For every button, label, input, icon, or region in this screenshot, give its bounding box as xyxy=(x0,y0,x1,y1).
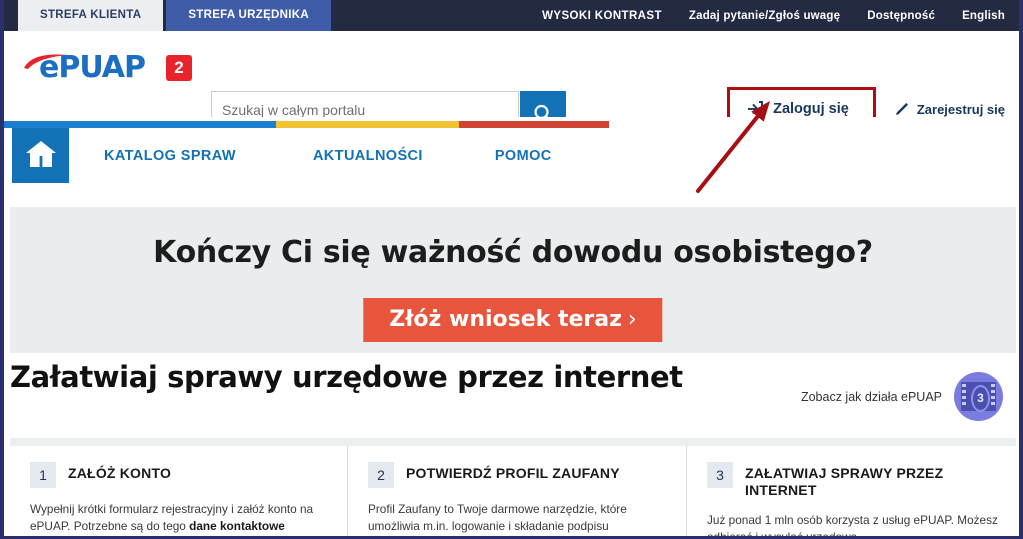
step-text-bold: dane kontaktowe xyxy=(189,519,285,533)
step-title: ZAŁÓŻ KONTO xyxy=(68,465,172,481)
promo-banner-headline: Kończy Ci się ważność dowodu osobistego? xyxy=(153,235,873,270)
logo-badge: 2 xyxy=(166,55,192,81)
step-number: 2 xyxy=(368,462,394,488)
step-text: Już ponad 1 mln osób korzysta z usług eP… xyxy=(707,512,998,539)
film-strip: 3 xyxy=(961,382,996,412)
step-title: ZAŁATWIAJ SPRAWY PRZEZ INTERNET xyxy=(745,465,944,498)
zone-tabs: STREFA KLIENTA STREFA URZĘDNIKA xyxy=(18,0,331,31)
step-text-plain: Już ponad 1 mln osób korzysta z usług eP… xyxy=(707,513,998,539)
step-number: 3 xyxy=(707,462,733,488)
nav-items: KATALOG SPRAW AKTUALNOŚCI POMOC xyxy=(104,128,552,183)
tab-strefa-urzednika-label: STREFA URZĘDNIKA xyxy=(188,9,309,21)
color-segment-blue xyxy=(4,121,276,128)
pencil-icon xyxy=(895,102,908,115)
nav-home-button[interactable] xyxy=(12,128,69,183)
video-promo-label: Zobacz jak działa ePUAP xyxy=(800,389,942,404)
register-link[interactable]: Zarejestruj się xyxy=(894,101,1005,117)
register-link-label: Zarejestruj się xyxy=(916,101,1005,117)
step-item: 2 POTWIERDŹ PROFIL ZAUFANY Profil Zaufan… xyxy=(347,446,686,536)
step-header: 3 ZAŁATWIAJ SPRAWY PRZEZ INTERNET xyxy=(707,462,998,499)
main-nav: KATALOG SPRAW AKTUALNOŚCI POMOC xyxy=(4,117,1019,207)
page-root: STREFA KLIENTA STREFA URZĘDNIKA WYSOKI K… xyxy=(0,0,1023,539)
logo-wordmark: ePUAP xyxy=(39,50,146,85)
site-header: ePUAP 2 Zaloguj się xyxy=(4,31,1019,131)
page-title: Załatwiaj sprawy urzędowe przez internet xyxy=(10,360,683,394)
video-promo[interactable]: Zobacz jak działa ePUAP 3 xyxy=(801,372,1003,421)
tab-strefa-urzednika[interactable]: STREFA URZĘDNIKA xyxy=(166,0,331,31)
top-bar: STREFA KLIENTA STREFA URZĘDNIKA WYSOKI K… xyxy=(4,0,1019,31)
promo-banner: Kończy Ci się ważność dowodu osobistego?… xyxy=(10,207,1016,353)
film-icon: 3 xyxy=(954,372,1003,421)
link-wysoki-kontrast[interactable]: WYSOKI KONTRAST xyxy=(542,10,662,22)
link-english[interactable]: English xyxy=(962,10,1005,22)
step-header: 1 ZAŁÓŻ KONTO xyxy=(30,462,329,488)
step-item: 3 ZAŁATWIAJ SPRAWY PRZEZ INTERNET Już po… xyxy=(686,446,1016,536)
promo-cta-label: Złóż wniosek teraz xyxy=(389,307,622,332)
nav-item-pomoc[interactable]: POMOC xyxy=(495,148,552,164)
step-text: Wypełnij krótki formularz rejestracyjny … xyxy=(30,501,329,535)
link-zadaj-pytanie[interactable]: Zadaj pytanie/Zgłoś uwagę xyxy=(689,10,840,22)
video-badge: 3 xyxy=(971,385,990,412)
nav-item-katalog-spraw[interactable]: KATALOG SPRAW xyxy=(104,148,236,164)
home-icon xyxy=(25,141,56,167)
color-segment-red xyxy=(459,121,609,128)
steps-section: 1 ZAŁÓŻ KONTO Wypełnij krótki formularz … xyxy=(10,446,1016,536)
epuap-logo[interactable]: ePUAP 2 xyxy=(22,49,198,91)
color-segment-yellow xyxy=(276,121,459,128)
step-header: 2 POTWIERDŹ PROFIL ZAUFANY xyxy=(368,462,668,488)
chevron-right-icon: › xyxy=(627,307,637,332)
top-bar-links: WYSOKI KONTRAST Zadaj pytanie/Zgłoś uwag… xyxy=(542,0,1005,31)
step-number: 1 xyxy=(30,462,56,488)
login-button-label: Zaloguj się xyxy=(773,101,849,117)
tab-strefa-klienta[interactable]: STREFA KLIENTA xyxy=(18,0,164,31)
step-text-plain: Profil Zaufany to Twoje darmowe narzędzi… xyxy=(368,502,627,533)
login-arrow-icon xyxy=(748,101,764,117)
tab-strefa-klienta-label: STREFA KLIENTA xyxy=(40,9,142,21)
promo-cta-button[interactable]: Złóż wniosek teraz › xyxy=(363,298,663,342)
step-item: 1 ZAŁÓŻ KONTO Wypełnij krótki formularz … xyxy=(10,446,347,536)
nav-color-bar xyxy=(4,121,609,128)
nav-item-aktualnosci[interactable]: AKTUALNOŚCI xyxy=(313,148,423,164)
link-dostepnosc[interactable]: Dostępność xyxy=(867,10,935,22)
steps-separator xyxy=(10,438,1016,446)
step-title: POTWIERDŹ PROFIL ZAUFANY xyxy=(406,465,620,481)
step-text: Profil Zaufany to Twoje darmowe narzędzi… xyxy=(368,501,668,535)
